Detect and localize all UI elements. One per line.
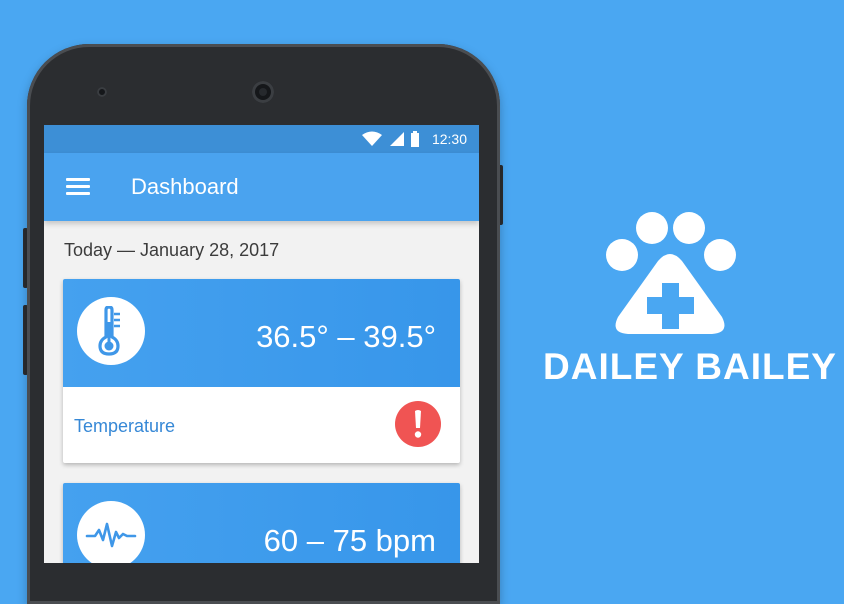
- phone-sensor: [97, 87, 107, 97]
- wifi-icon: [361, 131, 382, 146]
- thermometer-icon-badge: [77, 297, 145, 365]
- temperature-label: Temperature: [74, 416, 176, 436]
- paw-cross-logo: [606, 212, 736, 334]
- signal-icon: [389, 132, 404, 146]
- heartbeat-icon-badge: [77, 501, 145, 563]
- date-heading: Today — January 28, 2017: [64, 240, 280, 260]
- page-title: Dashboard: [131, 174, 239, 199]
- brand-name: DAILEY BAILEY: [543, 346, 837, 387]
- thermometer-icon: [98, 306, 120, 356]
- phone-camera: [252, 81, 274, 103]
- battery-icon: [410, 131, 419, 147]
- temperature-range: 36.5° – 39.5°: [256, 319, 436, 354]
- temperature-card[interactable]: 36.5° – 39.5° Temperature: [63, 279, 460, 463]
- status-time: 12:30: [431, 131, 467, 147]
- phone-screen: 12:30 Dashboard Today — January 28, 2017…: [44, 125, 479, 563]
- card-footer: Temperature: [63, 387, 460, 463]
- app-bar: Dashboard: [44, 153, 479, 221]
- heartbeat-icon: [85, 522, 137, 548]
- alert-icon[interactable]: [395, 401, 441, 447]
- heart-rate-range: 60 – 75 bpm: [263, 523, 436, 558]
- status-bar: 12:30: [44, 125, 479, 153]
- card-header: 36.5° – 39.5°: [63, 279, 460, 387]
- heart-rate-card[interactable]: 60 – 75 bpm: [63, 483, 460, 563]
- menu-icon[interactable]: [66, 178, 90, 196]
- card-header: 60 – 75 bpm: [63, 483, 460, 563]
